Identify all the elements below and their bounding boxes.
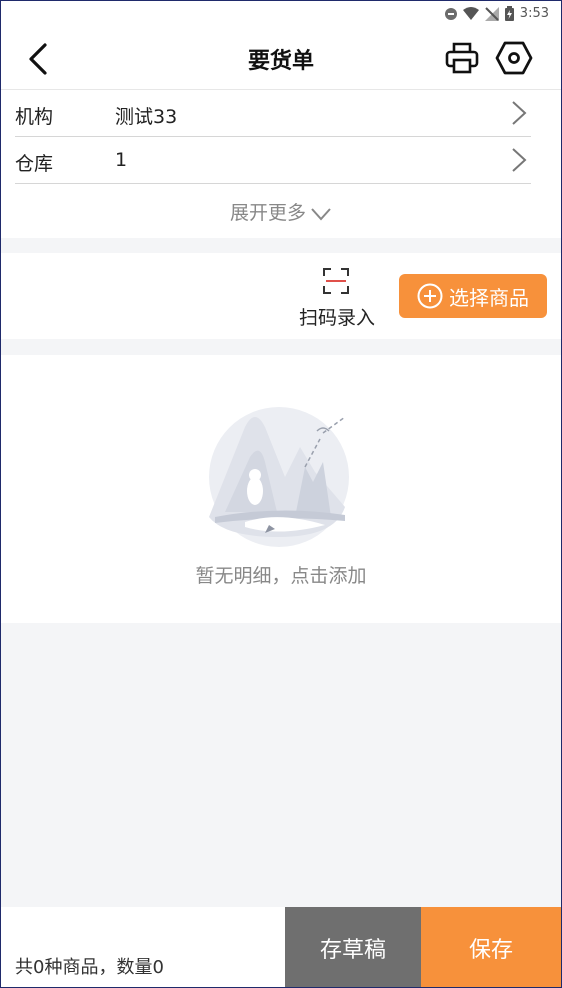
wifi-icon	[462, 7, 479, 20]
status-bar: 3:53	[1, 1, 561, 29]
chevron-down-icon	[311, 207, 331, 220]
battery-icon	[504, 6, 514, 21]
warehouse-label: 仓库	[15, 153, 54, 175]
org-value: 测试33	[115, 106, 178, 128]
org-row[interactable]: 机构 测试33	[15, 90, 531, 137]
do-not-disturb-icon	[444, 7, 457, 20]
save-draft-button[interactable]: 存草稿	[285, 907, 421, 987]
save-button[interactable]: 保存	[421, 907, 561, 987]
settings-button[interactable]	[494, 38, 534, 78]
warehouse-row[interactable]: 仓库 1	[15, 137, 531, 184]
chevron-right-icon	[512, 101, 527, 125]
order-summary: 共0种商品，数量0	[15, 957, 164, 978]
scan-entry-button[interactable]: 扫码录入	[291, 267, 383, 331]
save-draft-label: 存草稿	[319, 938, 386, 963]
no-signal-icon	[484, 6, 499, 21]
empty-state: 暂无明细，点击添加	[1, 355, 561, 623]
title-bar: 要货单	[1, 29, 561, 90]
save-label: 保存	[468, 938, 513, 963]
empty-message: 暂无明细，点击添加	[195, 565, 367, 587]
print-button[interactable]	[442, 38, 482, 78]
status-time: 3:53	[519, 6, 549, 21]
order-form: 机构 测试33 仓库 1 展开更多	[1, 90, 561, 238]
select-product-button[interactable]: 选择商品	[399, 274, 547, 318]
bottom-bar: 共0种商品，数量0 存草稿 保存	[1, 907, 561, 987]
chevron-right-icon	[512, 148, 527, 172]
app-frame: 3:53 要货单 机构 测试33 仓库 1 展开更多 扫码录入 选择商品 暂无明…	[0, 0, 562, 988]
select-product-label: 选择商品	[449, 285, 529, 310]
empty-illustration	[209, 407, 349, 547]
action-bar: 扫码录入 选择商品	[1, 253, 561, 339]
expand-more-toggle[interactable]: 展开更多	[1, 198, 561, 225]
org-label: 机构	[15, 106, 54, 128]
plus-circle-icon	[417, 283, 443, 309]
scan-entry-label: 扫码录入	[298, 307, 375, 329]
expand-more-label: 展开更多	[229, 202, 306, 224]
hexagon-settings-icon	[495, 41, 533, 75]
printer-icon	[445, 42, 479, 74]
warehouse-value: 1	[115, 149, 128, 171]
scan-icon	[323, 268, 349, 294]
